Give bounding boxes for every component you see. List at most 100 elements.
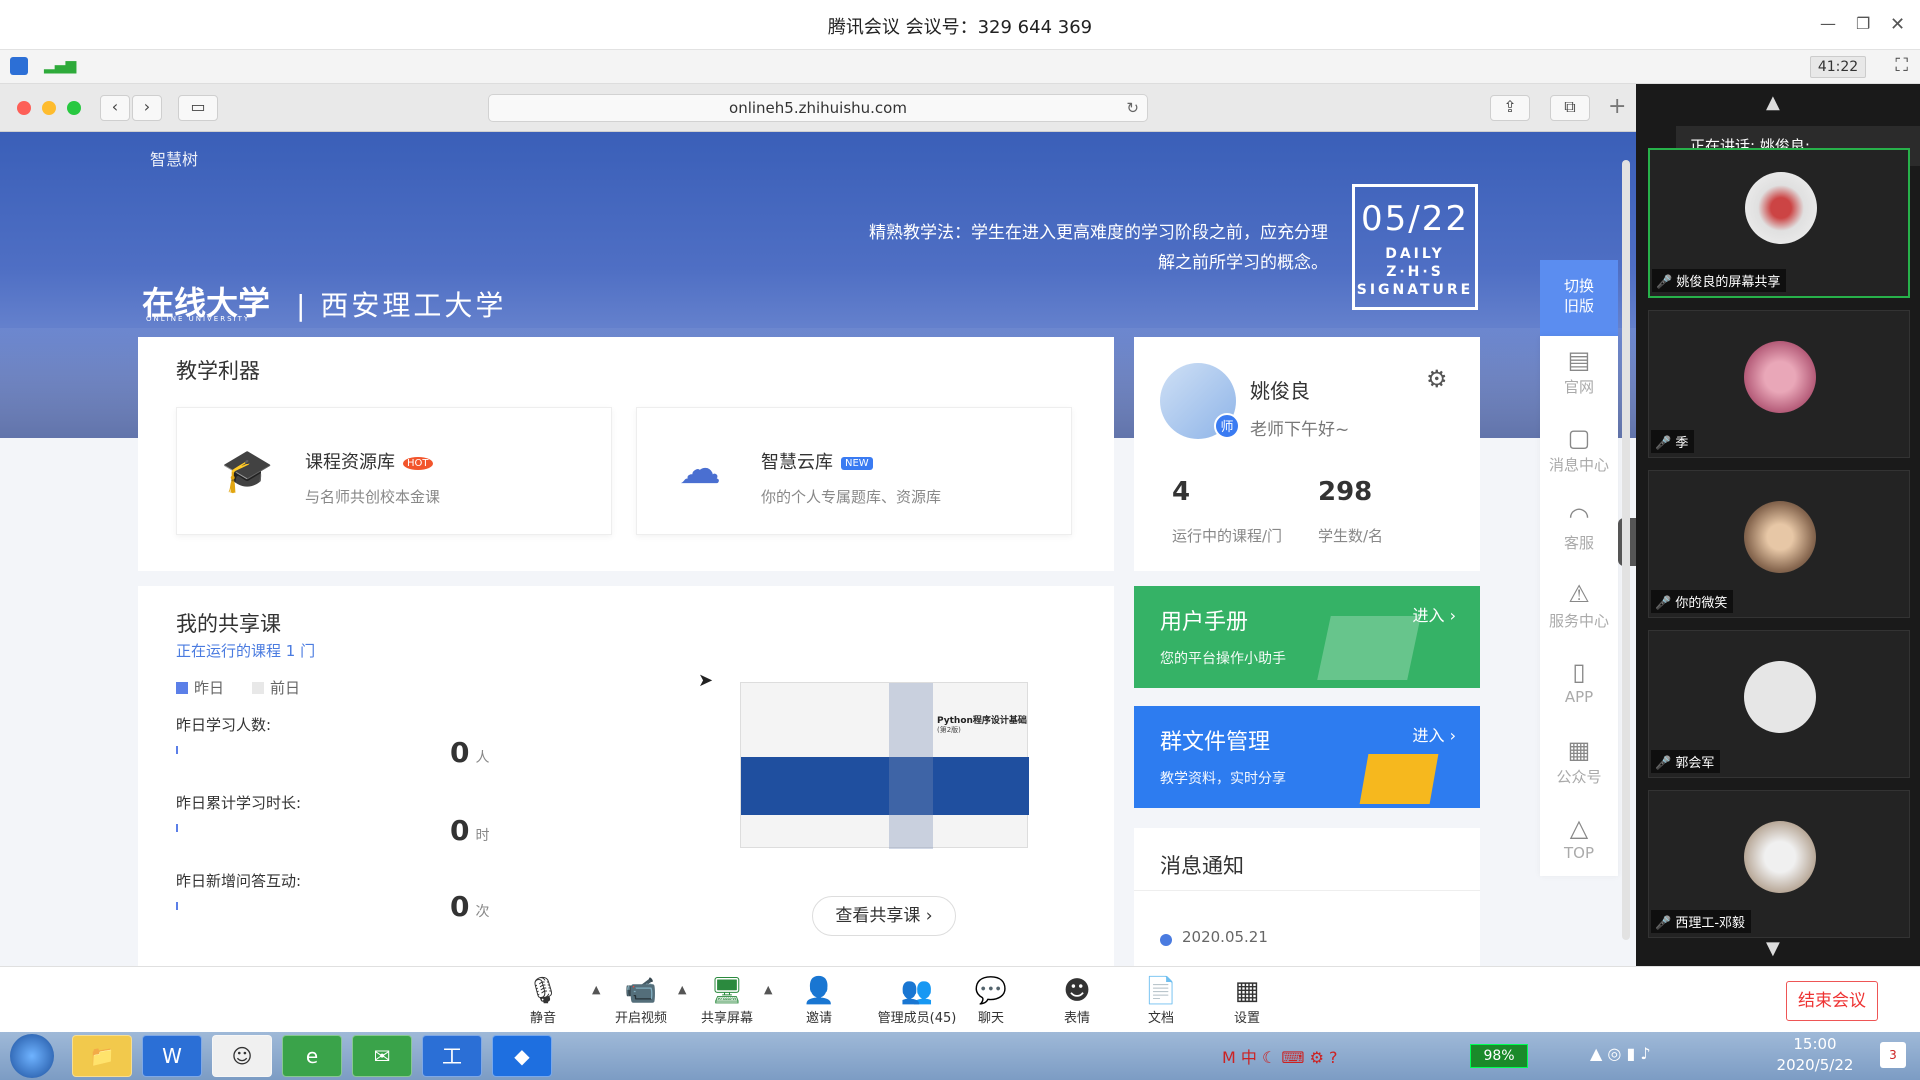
zoom-dot-icon[interactable] [67, 101, 81, 115]
file-management-banner[interactable]: 群文件管理 教学资料，实时分享 进入 › [1134, 706, 1480, 808]
back-icon[interactable]: ‹ [100, 95, 130, 121]
tencent-meeting-taskbar-icon[interactable]: ◆ [492, 1035, 552, 1077]
battery-indicator[interactable]: 98% [1470, 1044, 1528, 1068]
share-screen-button[interactable]: 🖥 共享屏幕 [682, 975, 772, 1026]
stat-hours-unit: 时 [475, 828, 490, 844]
course-resource-title: 课程资源库 [305, 452, 395, 473]
video-button[interactable]: 📹 开启视频 [596, 975, 686, 1026]
scroll-up-icon[interactable]: ▲ [1766, 92, 1780, 113]
participant-tile-1[interactable]: 🎤 姚俊良的屏幕共享 [1648, 148, 1910, 298]
sidebar-item-app[interactable]: ▯ APP [1540, 658, 1618, 706]
fullscreen-icon[interactable]: ⛶ [1895, 55, 1908, 76]
zhihuishu-logo: 智慧树 [150, 150, 199, 169]
meeting-title: 腾讯会议 会议号：329 644 369 [827, 17, 1093, 38]
chat-button[interactable]: 💬 聊天 [946, 975, 1036, 1026]
invite-button[interactable]: 👤 邀请 [774, 975, 864, 1026]
members-label: 管理成员(45) [877, 1011, 957, 1026]
reload-icon[interactable]: ↻ [1126, 95, 1139, 121]
close-dot-icon[interactable] [17, 101, 31, 115]
clock-time[interactable]: 15:00 [1772, 1035, 1858, 1053]
emoji-button[interactable]: ☻ 表情 [1032, 975, 1122, 1026]
share-label: 共享屏幕 [700, 1011, 753, 1026]
daily-line-2: SIGNATURE [1356, 282, 1474, 298]
files-enter[interactable]: 进入 › [1413, 722, 1457, 746]
share-page-icon[interactable]: ⇪ [1490, 95, 1530, 121]
school-name: | 西安理工大学 [296, 289, 507, 322]
graduation-cap-icon: 🎓 [221, 446, 274, 495]
sidebar-item-wechat[interactable]: ▦ 公众号 [1540, 736, 1618, 787]
share-options-icon[interactable]: ▲ [764, 983, 772, 996]
docs-button[interactable]: 📄 文档 [1116, 975, 1206, 1026]
tray-network-icon[interactable]: ▲ ◎ ▮ ♪ [1590, 1044, 1651, 1063]
participant-avatar-1 [1745, 172, 1817, 244]
sidebar-item-top[interactable]: △ TOP [1540, 814, 1618, 862]
stat-qa-label: 昨日新增问答互动: [176, 872, 302, 890]
scroll-down-icon[interactable]: ▼ [1766, 938, 1780, 959]
notice-date[interactable]: 2020.05.21 [1182, 928, 1268, 946]
tray-icons[interactable]: M 中 ☾ ⌨ ⚙ ? [1222, 1044, 1338, 1068]
forward-icon[interactable]: › [132, 95, 162, 121]
daily-signature: 05/22 DAILY Z·H·S SIGNATURE [1352, 184, 1478, 310]
quote-line-1: 精熟教学法：学生在进入更高难度的学习阶段之前，应充分理 [869, 223, 1328, 243]
stat-learners-unit: 人 [475, 750, 490, 766]
stat-learners-label: 昨日学习人数: [176, 716, 272, 734]
minimize-icon[interactable]: — [1820, 14, 1836, 33]
close-icon[interactable]: ✕ [1890, 14, 1905, 35]
participant-tile-3[interactable]: 🎤 你的微笑 [1648, 470, 1910, 618]
sidebar-item-messages[interactable]: ▢ 消息中心 [1540, 424, 1618, 475]
signal-icon[interactable]: ▂▄▆ [44, 58, 76, 74]
book-spine [889, 683, 933, 849]
participant-label-2: 季 [1675, 436, 1689, 451]
arrow-up-icon: △ [1569, 814, 1589, 842]
files-title: 群文件管理 [1160, 730, 1271, 755]
start-button[interactable] [10, 1034, 54, 1078]
participant-avatar-5 [1744, 821, 1816, 893]
video-label: 开启视频 [614, 1011, 667, 1026]
wechat-taskbar-icon[interactable]: ✉ [352, 1035, 412, 1077]
participant-tile-2[interactable]: 🎤 季 [1648, 310, 1910, 458]
smart-cloud-card[interactable]: ☁ 智慧云库 NEW 你的个人专属题库、资源库 [636, 407, 1072, 535]
minimize-dot-icon[interactable] [42, 101, 56, 115]
notice-heading: 消息通知 [1160, 854, 1244, 878]
restore-icon[interactable]: ❐ [1856, 14, 1870, 33]
stat-qa-unit: 次 [475, 904, 490, 920]
notification-icon[interactable]: 3 [1880, 1042, 1906, 1068]
new-tab-icon[interactable]: + [1608, 94, 1626, 119]
sidebar-label-top: TOP [1563, 844, 1594, 862]
participant-tile-4[interactable]: 🎤 郭会军 [1648, 630, 1910, 778]
participant-tile-5[interactable]: 🎤 西理工-邓毅 [1648, 790, 1910, 938]
ie-taskbar-icon[interactable]: e [282, 1035, 342, 1077]
phone-icon: ▯ [1572, 658, 1586, 686]
sidebar-item-service[interactable]: ⚠ 服务中心 [1540, 580, 1618, 631]
end-meeting-button[interactable]: 结束会议 [1786, 981, 1878, 1021]
view-shared-course-button[interactable]: 查看共享课 › [812, 896, 956, 936]
settings-gear-icon[interactable]: ⚙ [1426, 365, 1448, 393]
tabs-overview-icon[interactable]: ⧉ [1550, 95, 1590, 121]
sidebar-item-support[interactable]: ◠ 客服 [1540, 502, 1618, 553]
stat-hours-label: 昨日累计学习时长: [176, 794, 302, 812]
browser-chrome: ‹ › ▭ onlineh5.zhihuishu.com ↻ ⇪ ⧉ + [0, 84, 1636, 132]
user-manual-banner[interactable]: 用户手册 您的平台操作小助手 进入 › [1134, 586, 1480, 688]
participant-avatar-3 [1744, 501, 1816, 573]
course-resource-card[interactable]: 🎓 课程资源库 HOT 与名师共创校本金课 [176, 407, 612, 535]
security-shield-icon[interactable] [10, 57, 28, 75]
clock-date[interactable]: 2020/5/22 [1772, 1056, 1858, 1074]
page-scrollbar[interactable] [1622, 160, 1630, 940]
profile-greeting: 老师下午好~ [1250, 420, 1350, 440]
manual-desc: 您的平台操作小助手 [1160, 651, 1286, 667]
url-bar[interactable]: onlineh5.zhihuishu.com ↻ [488, 94, 1148, 122]
sidebar-toggle-icon[interactable]: ▭ [178, 95, 218, 121]
participant-label-3: 你的微笑 [1675, 596, 1728, 611]
mute-button[interactable]: 🎙 静音 [498, 975, 588, 1026]
book-cover[interactable]: Python程序设计基础 (第2版) [740, 682, 1029, 849]
app-taskbar-icon[interactable]: ☺ [212, 1035, 272, 1077]
teaching-tools-card: 教学利器 🎓 课程资源库 HOT 与名师共创校本金课 ☁ 智慧云库 NEW 你的个人… [138, 337, 1114, 571]
explorer-taskbar-icon[interactable]: 📁 [72, 1035, 132, 1077]
switch-old-version-button[interactable]: 切换旧版 [1540, 260, 1618, 336]
invite-label: 邀请 [805, 1011, 832, 1026]
sidebar-item-official[interactable]: ▤ 官网 [1540, 346, 1618, 397]
settings-button[interactable]: ▦ 设置 [1202, 975, 1292, 1026]
running-courses-link[interactable]: 正在运行的课程 1 门 [176, 640, 315, 661]
wps-taskbar-icon[interactable]: W [142, 1035, 202, 1077]
work-taskbar-icon[interactable]: 工 [422, 1035, 482, 1077]
